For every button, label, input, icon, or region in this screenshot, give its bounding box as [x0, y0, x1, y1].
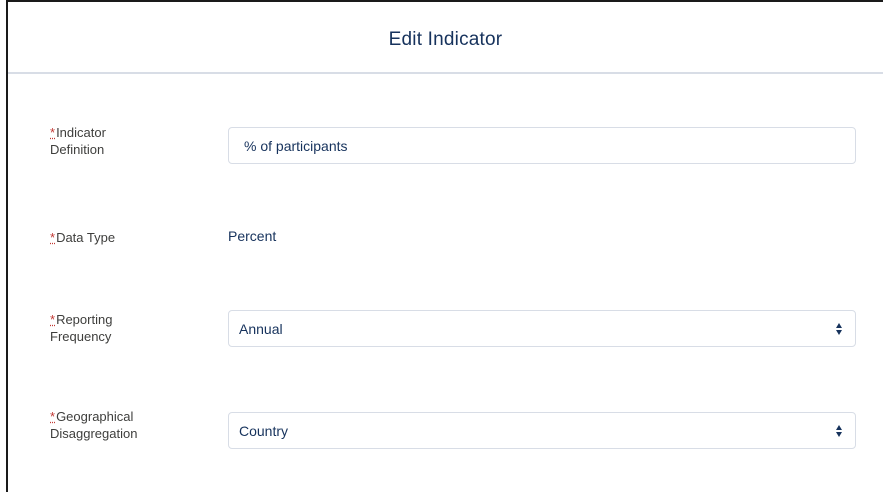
modal-title: Edit Indicator [388, 29, 503, 50]
geographical-disaggregation-label: *Geographical Disaggregation [50, 409, 138, 441]
required-marker: * [50, 409, 56, 424]
indicator-definition-field[interactable] [228, 127, 856, 164]
up-down-chevron-icon [829, 413, 849, 448]
data-type-value: Percent [228, 228, 277, 244]
required-marker: * [50, 312, 56, 327]
indicator-definition-input[interactable] [229, 128, 855, 163]
data-type-label: *Data Type [50, 230, 116, 245]
up-down-chevron-icon [829, 311, 849, 346]
edit-indicator-modal: Edit Indicator *Indicator Definition *Da… [6, 0, 883, 492]
reporting-frequency-select[interactable]: Annual [228, 310, 856, 347]
required-marker: * [50, 125, 56, 140]
required-marker: * [50, 230, 56, 245]
geographical-disaggregation-selected-value: Country [239, 422, 289, 439]
geographical-disaggregation-select[interactable]: Country [228, 412, 856, 449]
indicator-definition-label: *Indicator Definition [50, 125, 106, 157]
modal-header: Edit Indicator [8, 2, 883, 74]
reporting-frequency-selected-value: Annual [239, 320, 283, 337]
reporting-frequency-label: *Reporting Frequency [50, 312, 113, 344]
